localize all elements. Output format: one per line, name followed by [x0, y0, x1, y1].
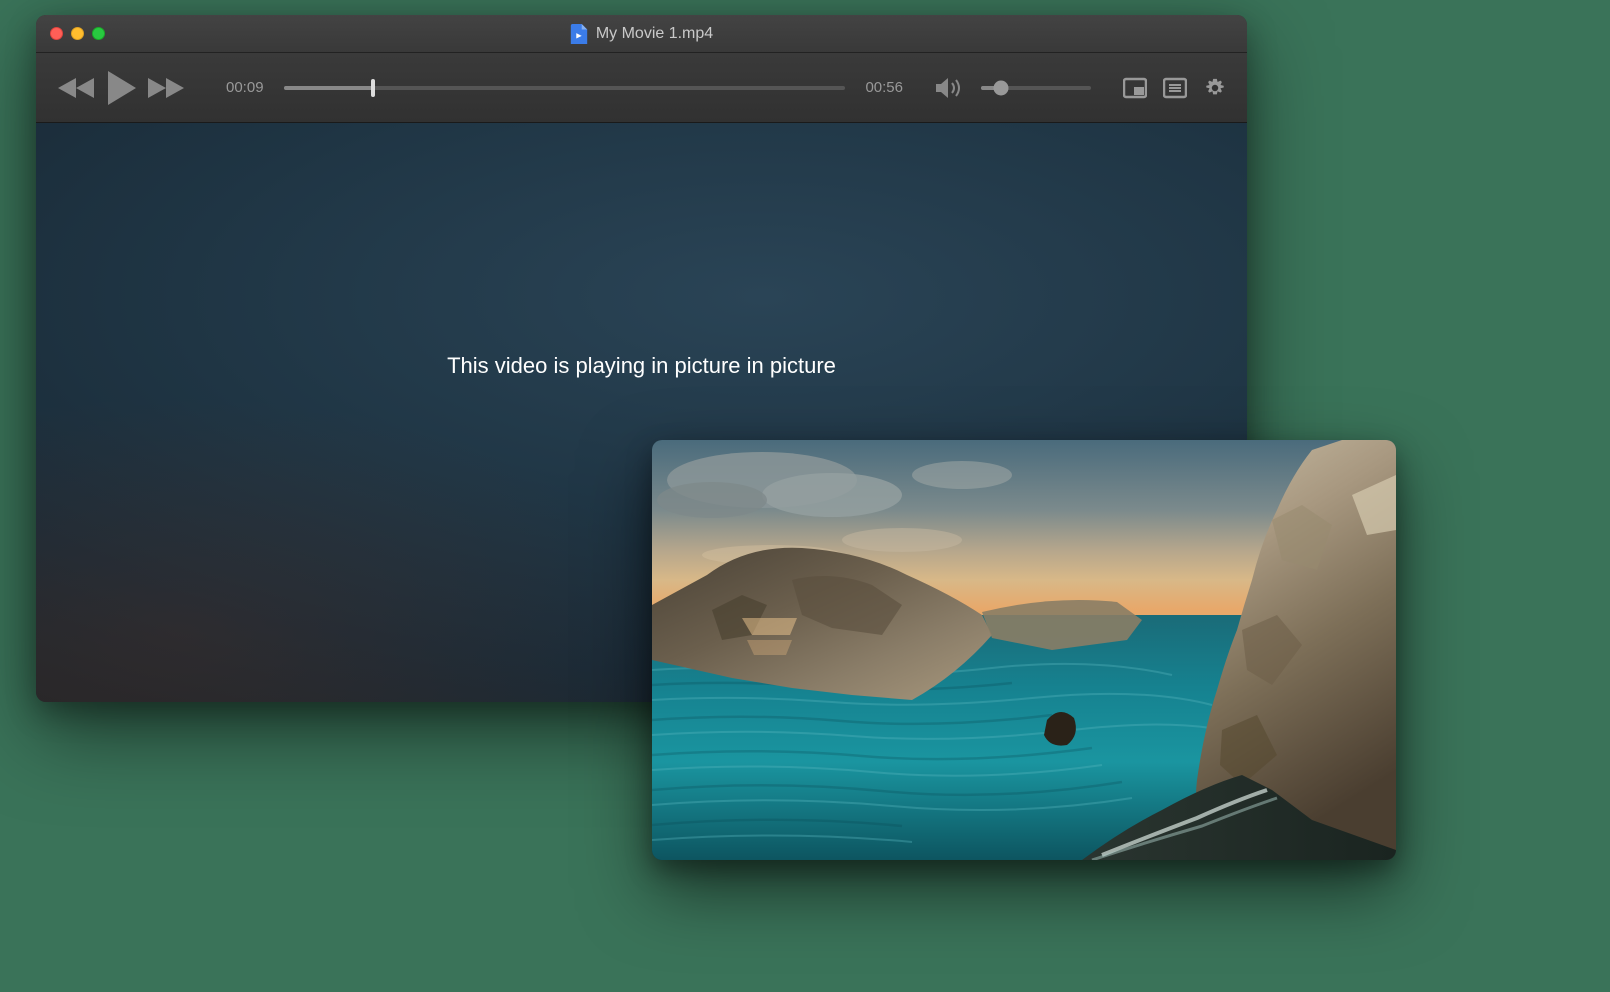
window-titlebar[interactable]: My Movie 1.mp4 — [36, 15, 1247, 53]
progress-thumb[interactable] — [371, 79, 375, 97]
right-tool-group — [1123, 77, 1227, 99]
elapsed-time: 00:09 — [226, 79, 264, 96]
playback-control-group — [56, 69, 186, 107]
rewind-button[interactable] — [56, 76, 96, 100]
picture-in-picture-button[interactable] — [1123, 77, 1147, 99]
progress-slider[interactable] — [284, 86, 846, 90]
picture-in-picture-window[interactable] — [652, 440, 1396, 860]
maximize-button[interactable] — [92, 27, 105, 40]
settings-button[interactable] — [1203, 77, 1227, 99]
play-button[interactable] — [104, 69, 138, 107]
window-controls — [50, 27, 105, 40]
window-title: My Movie 1.mp4 — [596, 25, 713, 43]
progress-fill — [284, 86, 374, 90]
window-title-container: My Movie 1.mp4 — [36, 24, 1247, 44]
minimize-button[interactable] — [71, 27, 84, 40]
video-file-icon — [570, 24, 588, 44]
pip-video-frame — [652, 440, 1396, 860]
volume-icon[interactable] — [935, 77, 963, 99]
fast-forward-button[interactable] — [146, 76, 186, 100]
player-controls-bar: 00:09 00:56 — [36, 53, 1247, 123]
pip-status-message: This video is playing in picture in pict… — [447, 353, 836, 379]
playlist-button[interactable] — [1163, 77, 1187, 99]
volume-slider[interactable] — [981, 86, 1091, 90]
total-duration: 00:56 — [865, 79, 903, 96]
volume-thumb[interactable] — [993, 80, 1008, 95]
close-button[interactable] — [50, 27, 63, 40]
